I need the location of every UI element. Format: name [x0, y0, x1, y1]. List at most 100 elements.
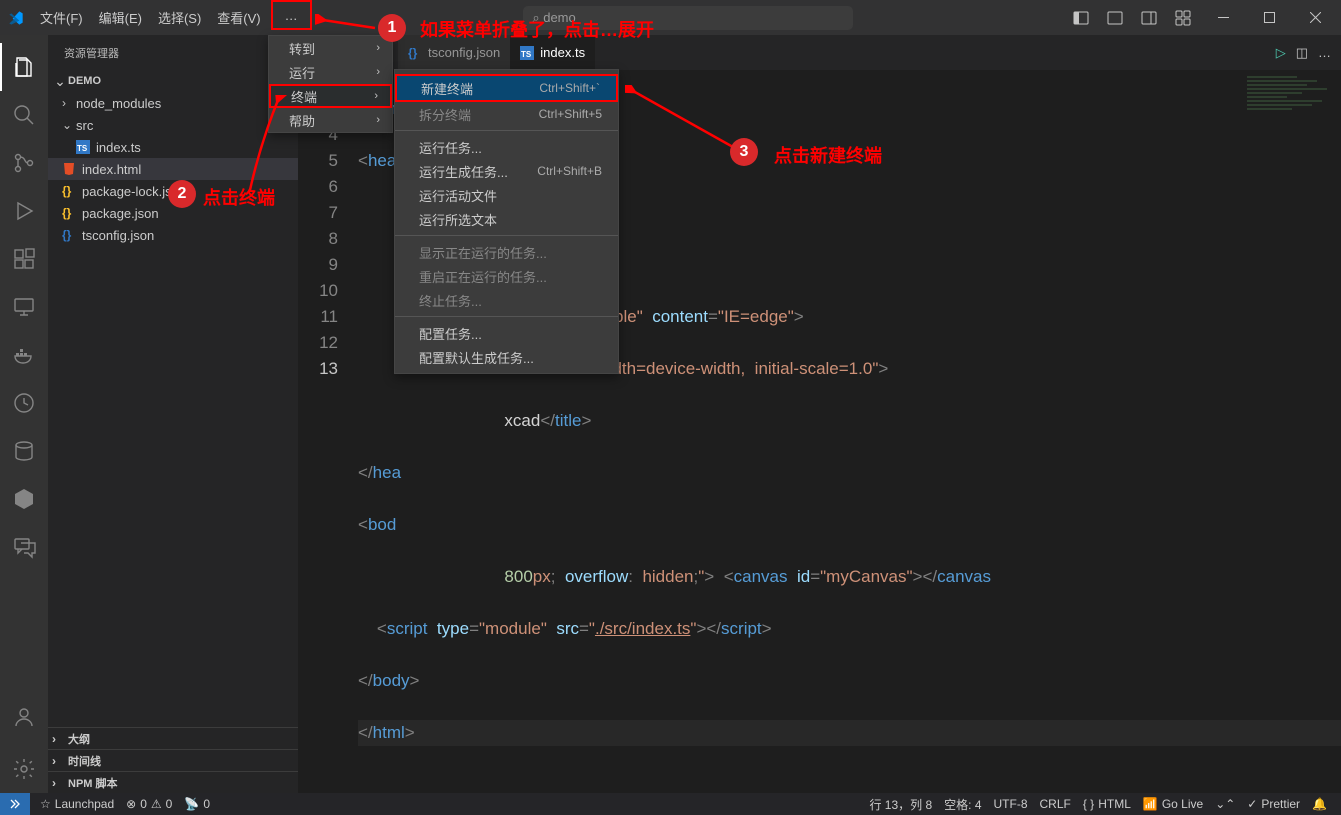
docker-icon[interactable]	[0, 331, 48, 379]
layout-secondary-icon[interactable]	[1133, 5, 1165, 31]
file-label: index.html	[82, 162, 141, 177]
submenu-show-running[interactable]: 显示正在运行的任务...	[395, 240, 618, 264]
search-text: demo	[543, 10, 576, 25]
tab-label: tsconfig.json	[428, 45, 500, 60]
submenu-run-active[interactable]: 运行活动文件	[395, 183, 618, 207]
svg-text:{}: {}	[62, 228, 72, 242]
extensions-icon[interactable]	[0, 235, 48, 283]
menu-file[interactable]: 文件(F)	[32, 0, 91, 35]
submenu-config-task[interactable]: 配置任务...	[395, 321, 618, 345]
menu-separator	[395, 130, 618, 131]
problems-status[interactable]: ⊗ 0 ⚠ 0	[120, 797, 178, 811]
json-file-icon: {}	[62, 184, 82, 198]
layout-primary-icon[interactable]	[1065, 5, 1097, 31]
svg-text:{}: {}	[62, 184, 72, 198]
remote-indicator[interactable]	[0, 793, 30, 815]
panel-label: NPM 脚本	[68, 775, 118, 791]
menu-run[interactable]: 运行›	[269, 60, 392, 84]
chevron-right-icon: ›	[52, 754, 68, 768]
submenu-run-selected[interactable]: 运行所选文本	[395, 207, 618, 231]
explorer-sidebar: 资源管理器 … ⌄ DEMO ›node_modules ⌄src TSinde…	[48, 35, 298, 793]
menu-edit[interactable]: 编辑(E)	[91, 0, 150, 35]
json-file-icon: {}	[408, 46, 422, 60]
hexagon-icon[interactable]	[0, 475, 48, 523]
minimap[interactable]	[1247, 74, 1337, 134]
terminal-submenu: 新建终端Ctrl+Shift+` 拆分终端Ctrl+Shift+5 运行任务..…	[394, 69, 619, 374]
annotation-badge-3: 3	[730, 138, 758, 166]
outline-panel[interactable]: ›大纲	[48, 727, 298, 749]
timeline-panel[interactable]: ›时间线	[48, 749, 298, 771]
golive-status[interactable]: 📶 Go Live	[1137, 796, 1209, 813]
tree-folder-node-modules[interactable]: ›node_modules	[48, 92, 298, 114]
chevron-right-icon: ›	[52, 732, 68, 746]
remote-explorer-icon[interactable]	[0, 283, 48, 331]
layout-customize-icon[interactable]	[1167, 5, 1199, 31]
tree-file-index-ts[interactable]: TSindex.ts	[48, 136, 298, 158]
window-controls	[1065, 0, 1341, 35]
encoding-status[interactable]: UTF-8	[988, 796, 1034, 813]
minimize-button[interactable]	[1201, 0, 1245, 35]
run-icon[interactable]: ▷	[1276, 45, 1286, 61]
language-status[interactable]: { } HTML	[1077, 796, 1137, 813]
annotation-badge-2: 2	[168, 180, 196, 208]
menu-view[interactable]: 查看(V)	[209, 0, 268, 35]
timeline-icon[interactable]	[0, 379, 48, 427]
annotation-badge-1: 1	[378, 14, 406, 42]
menu-goto[interactable]: 转到›	[269, 36, 392, 60]
submenu-split-terminal[interactable]: 拆分终端Ctrl+Shift+5	[395, 102, 618, 126]
tree-file-tsconfig[interactable]: {} tsconfig.json	[48, 224, 298, 246]
menu-select[interactable]: 选择(S)	[150, 0, 209, 35]
tab-tsconfig[interactable]: {} tsconfig.json	[398, 35, 510, 70]
notifications-icon[interactable]: 🔔	[1306, 796, 1333, 813]
tree-file-index-html[interactable]: index.html	[48, 158, 298, 180]
menu-help[interactable]: 帮助›	[269, 108, 392, 132]
maximize-button[interactable]	[1247, 0, 1291, 35]
submenu-restart-running[interactable]: 重启正在运行的任务...	[395, 264, 618, 288]
search-icon[interactable]	[0, 91, 48, 139]
submenu-run-task[interactable]: 运行任务...	[395, 135, 618, 159]
panel-label: 大纲	[68, 731, 90, 747]
feedback-icon[interactable]: ⌄⌃	[1209, 796, 1241, 813]
menu-bar: 文件(F) 编辑(E) 选择(S) 查看(V) …	[32, 0, 312, 35]
run-debug-icon[interactable]	[0, 187, 48, 235]
ports-status[interactable]: 📡 0	[178, 797, 216, 811]
account-icon[interactable]	[0, 693, 48, 741]
npm-scripts-panel[interactable]: ›NPM 脚本	[48, 771, 298, 793]
menu-terminal[interactable]: 终端›	[269, 84, 392, 108]
vscode-logo-icon	[8, 10, 24, 26]
ts-file-icon: TS	[76, 140, 96, 154]
tab-index-ts[interactable]: TSindex.ts	[510, 35, 595, 70]
launchpad-status[interactable]: ☆ Launchpad	[34, 797, 120, 811]
cursor-position[interactable]: 行 13，列 8	[863, 796, 938, 813]
close-button[interactable]	[1293, 0, 1337, 35]
submenu-new-terminal[interactable]: 新建终端Ctrl+Shift+`	[397, 76, 616, 100]
chevron-right-icon: ›	[52, 776, 68, 790]
tree-folder-src[interactable]: ⌄src	[48, 114, 298, 136]
menu-separator	[395, 235, 618, 236]
menu-overflow[interactable]: …	[271, 0, 312, 30]
submenu-config-default[interactable]: 配置默认生成任务...	[395, 345, 618, 369]
explorer-icon[interactable]	[0, 43, 48, 91]
split-editor-icon[interactable]: ◫	[1296, 45, 1308, 61]
chevron-right-icon: ›	[374, 90, 378, 102]
chevron-right-icon: ›	[376, 114, 380, 126]
command-center[interactable]: ⌕ demo	[312, 6, 1065, 30]
submenu-terminate[interactable]: 终止任务...	[395, 288, 618, 312]
activity-bar	[0, 35, 48, 793]
file-label: tsconfig.json	[82, 228, 154, 243]
menu-separator	[395, 316, 618, 317]
database-icon[interactable]	[0, 427, 48, 475]
source-control-icon[interactable]	[0, 139, 48, 187]
prettier-status[interactable]: ✓ Prettier	[1241, 796, 1306, 813]
layout-bottom-icon[interactable]	[1099, 5, 1131, 31]
eol-status[interactable]: CRLF	[1034, 796, 1077, 813]
indentation-status[interactable]: 空格: 4	[938, 796, 987, 813]
comments-icon[interactable]	[0, 523, 48, 571]
settings-gear-icon[interactable]	[0, 745, 48, 793]
svg-text:TS: TS	[521, 50, 532, 59]
project-header[interactable]: ⌄ DEMO	[48, 70, 298, 92]
file-label: package.json	[82, 206, 159, 221]
more-actions-icon[interactable]: …	[1318, 45, 1331, 60]
sidebar-title: 资源管理器 …	[48, 35, 298, 70]
submenu-run-build[interactable]: 运行生成任务...Ctrl+Shift+B	[395, 159, 618, 183]
